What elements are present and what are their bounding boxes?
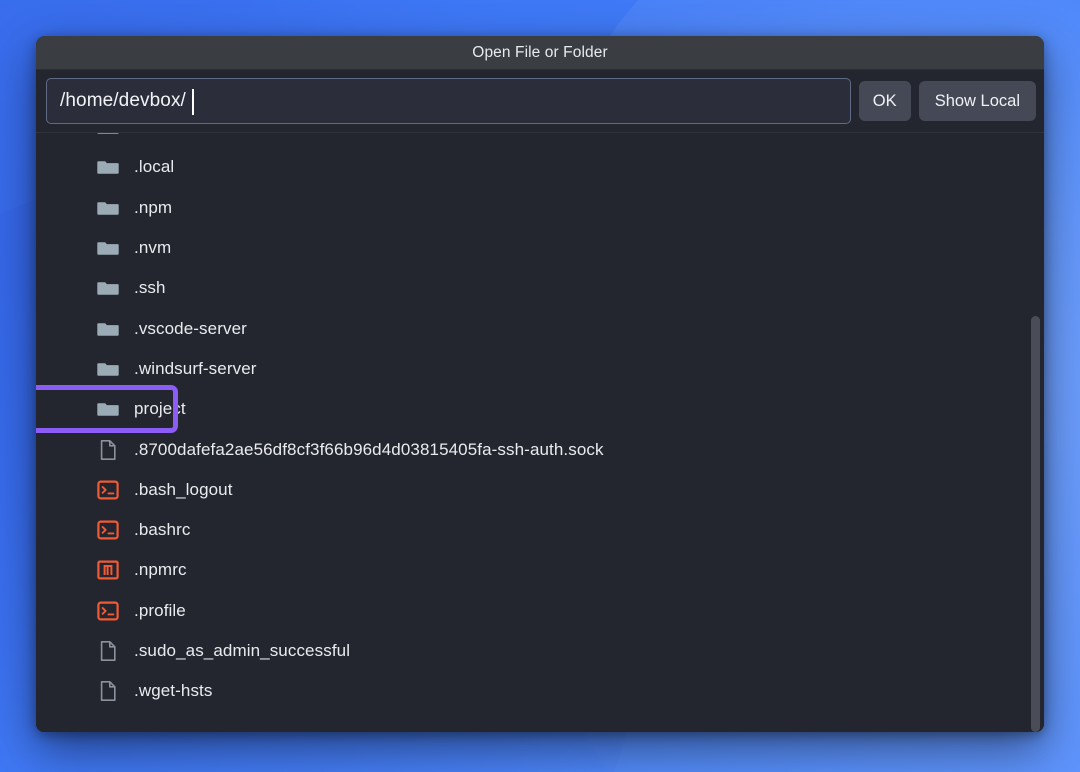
file-list-item-label: .profile (134, 600, 186, 620)
file-icon (100, 681, 116, 702)
file-list-item-selected[interactable]: project (36, 385, 1044, 434)
file-list-item-label: .8700dafefa2ae56df8cf3f66b96d4d03815405f… (134, 439, 604, 459)
file-list-item-label: .npmrc (134, 560, 187, 580)
file-list-item[interactable]: .npm (36, 188, 1044, 228)
file-list-item[interactable]: .bashrc (36, 510, 1044, 550)
file-list-item[interactable]: .nvm (36, 228, 1044, 268)
file-list-item[interactable]: .ssh (36, 268, 1044, 308)
file-list-item[interactable]: .sudo_as_admin_successful (36, 631, 1044, 671)
file-list-item[interactable]: .vscode-server (36, 308, 1044, 348)
show-local-button[interactable]: Show Local (918, 81, 1036, 121)
file-list-item-label: .ssh (134, 278, 166, 298)
path-input-row: OK Show Local (36, 70, 1044, 132)
folder-icon (97, 322, 119, 336)
folder-icon (97, 363, 119, 376)
file-list-item-label: .wget-hsts (134, 681, 213, 701)
file-list-item[interactable]: .profile (36, 591, 1044, 631)
file-list-item-label: .sudo_as_admin_successful (134, 641, 351, 660)
file-list-item-label: .nvm (134, 238, 172, 258)
file-list-item[interactable]: .bash_logout (36, 470, 1044, 510)
terminal-icon (97, 601, 119, 621)
ok-button[interactable]: OK (858, 81, 911, 121)
file-list-item[interactable]: .local (36, 147, 1044, 187)
file-list-item-label: .vscode-server (134, 318, 247, 338)
folder-icon (97, 133, 119, 134)
folder-icon (97, 403, 119, 416)
file-list: /home/devbox .local .npm .nvm .ssh .vscode-se… (36, 133, 1044, 711)
file-list-item-label: .windsurf-server (134, 358, 257, 378)
open-file-or-folder-dialog: Open File or Folder OK Show Local /home/… (36, 36, 1044, 732)
file-list-item[interactable]: .npmrc (36, 550, 1044, 590)
text-caret (192, 89, 194, 115)
folder-icon (97, 201, 119, 215)
folder-icon (97, 161, 119, 175)
file-icon (100, 439, 116, 460)
path-input[interactable] (60, 90, 837, 112)
file-list-area: /home/devbox .local .npm .nvm .ssh .vscode-se… (36, 132, 1044, 732)
terminal-icon (97, 520, 119, 540)
file-list-item[interactable]: .8700dafefa2ae56df8cf3f66b96d4d03815405f… (36, 429, 1044, 469)
file-list-item-label: .bashrc (134, 520, 191, 540)
file-list-item[interactable]: /home/devbox (36, 133, 1044, 147)
file-list-scrollbar-track[interactable] (1031, 133, 1040, 732)
npm-icon (97, 560, 119, 580)
folder-icon (97, 282, 119, 296)
file-list-scrollbar-thumb[interactable] (1031, 316, 1040, 732)
terminal-icon (97, 480, 119, 500)
dialog-titlebar: Open File or Folder (36, 36, 1044, 70)
file-list-item-label: .local (134, 157, 175, 177)
file-list-item-label: /home/devbox (134, 133, 242, 137)
folder-icon (97, 242, 119, 255)
file-list-item-label: project (134, 399, 186, 419)
file-list-item-label: .bash_logout (134, 479, 233, 499)
file-icon (100, 641, 116, 661)
file-list-item-label: .npm (134, 197, 173, 217)
dialog-title: Open File or Folder (472, 43, 608, 61)
path-input-wrapper[interactable] (46, 78, 851, 124)
file-list-item[interactable]: .wget-hsts (36, 671, 1044, 711)
file-list-item[interactable]: .windsurf-server (36, 349, 1044, 389)
